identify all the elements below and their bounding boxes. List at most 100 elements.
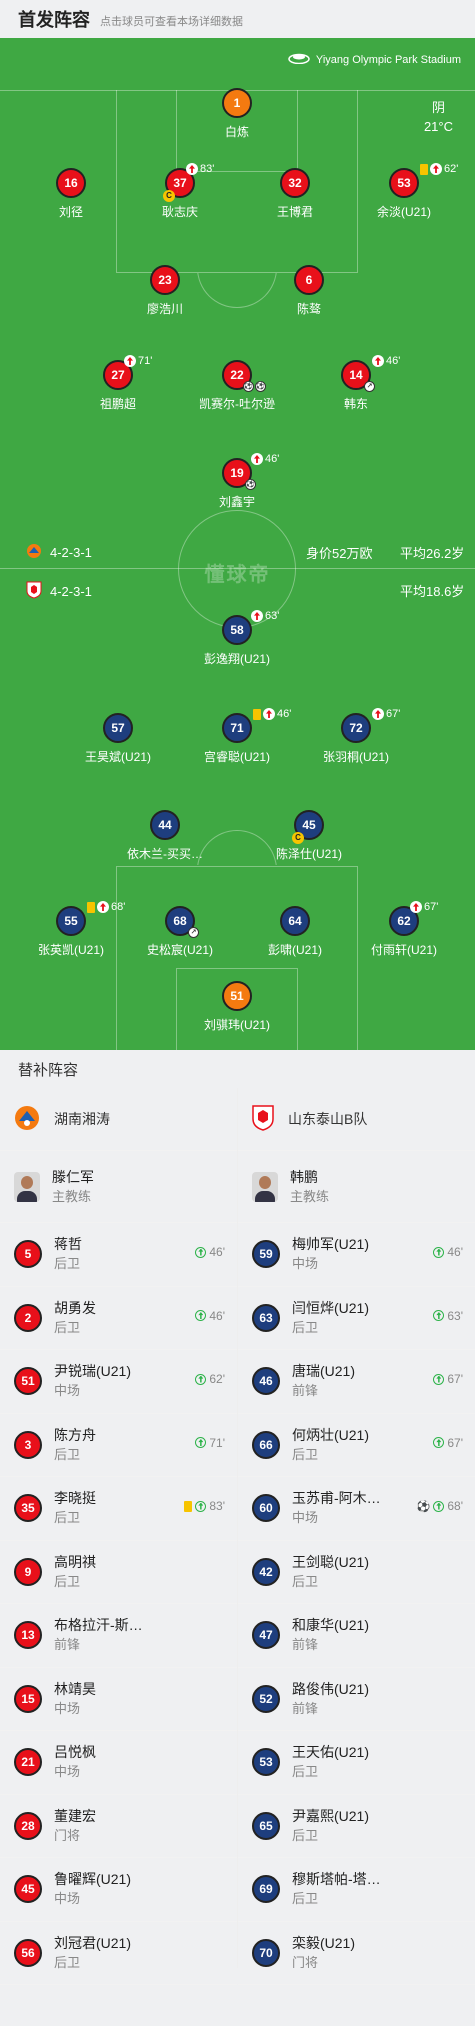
sub-time: 67' [386,708,401,720]
player-name: 廖浩川 [146,302,183,316]
player-number: 1 [222,88,252,118]
away-player[interactable]: 57 王昊斌(U21) [58,713,178,765]
home-player[interactable]: 37 C 83' 耿志庆 [120,163,240,220]
away-player[interactable]: 71 46' 宫睿聪(U21) [177,708,297,765]
away-bench-player[interactable]: 59 梅帅军(U21) 中场 46' [238,1223,475,1287]
away-bench-player[interactable]: 47 和康华(U21) 前锋 [238,1604,475,1668]
away-bench-player[interactable]: 42 王剑聪(U21) 后卫 [238,1541,475,1604]
player-name: 耿志庆 [161,205,198,219]
player-number: 44 [150,810,180,840]
yellow-card-icon [184,1500,193,1512]
away-player[interactable]: 62 67' 付雨轩(U21) [344,901,464,958]
goal-ball-icon: ⚽ [245,479,256,490]
sub-out-icon [124,355,136,367]
sub-info: 46' [433,1245,463,1259]
home-team-row[interactable]: 湖南湘涛 [0,1088,237,1151]
sub-info: 63' [433,1309,463,1323]
player-name: 李晓挺 [54,1490,96,1507]
away-player[interactable]: 51 刘骐玮(U21) [177,981,297,1033]
home-player[interactable]: 32 王博君 [235,168,355,220]
home-player[interactable]: 19 ⚽ 46' 刘鑫宇 [177,453,297,510]
home-bench-player[interactable]: 35 李晓挺 后卫 83' [0,1477,237,1541]
home-bench-player[interactable]: 28 董建宏 门将 [0,1795,237,1858]
away-bench-player[interactable]: 60 玉苏甫-阿木… 中场 ⚽ 68' [238,1477,475,1541]
player-number: 47 [252,1621,280,1650]
away-player[interactable]: 64 彭啸(U21) [235,906,355,958]
away-coach[interactable]: 韩鹏 主教练 [238,1151,475,1223]
player-position: 后卫 [292,1891,319,1907]
home-formation: 4-2-3-1 [50,545,92,560]
player-name: 依木兰-买买… [127,847,203,861]
player-number: 19 [230,466,244,480]
away-bench-player[interactable]: 70 栾毅(U21) 门将 [238,1922,475,1985]
home-bench-player[interactable]: 45 鲁曜辉(U21) 中场 [0,1858,237,1922]
home-bench-player[interactable]: 3 陈方舟 后卫 71' [0,1414,237,1477]
home-bench-player[interactable]: 56 刘冠君(U21) 后卫 [0,1922,237,1985]
player-position: 后卫 [292,1446,319,1462]
home-player[interactable]: 14 ↗ 46' 韩东 [296,355,416,412]
home-bench-player[interactable]: 51 尹锐瑞(U21) 中场 62' [0,1350,237,1414]
sub-in-time: 46' [447,1245,463,1259]
home-bench-player[interactable]: 21 吕悦枫 中场 [0,1731,237,1795]
player-events: 62' [420,163,458,175]
player-number: 35 [14,1494,42,1523]
player-number: 63 [252,1303,280,1332]
away-bench-player[interactable]: 46 唐瑞(U21) 前锋 67' [238,1350,475,1414]
home-bench-player[interactable]: 13 布格拉汗-斯… 前锋 [0,1604,237,1668]
player-events: 83' [186,163,214,175]
avatar [14,1171,40,1202]
away-bench-player[interactable]: 66 何炳壮(U21) 后卫 67' [238,1414,475,1477]
player-name: 祖鹏超 [99,397,136,411]
away-bench-player[interactable]: 52 路俊伟(U21) 前锋 [238,1668,475,1731]
player-position: 前锋 [292,1637,319,1653]
home-player[interactable]: 53 62' 余淡(U21) [344,163,464,220]
home-player[interactable]: 27 71' 祖鹏超 [58,355,178,412]
home-player[interactable]: 6 陈骜 [249,265,369,317]
player-name: 何炳壮(U21) [292,1426,370,1443]
player-number: 60 [252,1494,280,1523]
sub-in-small-icon: ↗ [188,927,199,938]
player-number: 68 [173,914,187,928]
away-player[interactable]: 72 67' 张羽桐(U21) [296,708,416,765]
sub-time: 46' [265,453,280,465]
player-position: 中场 [54,1700,81,1716]
away-player[interactable]: 68 ↗ 史松宸(U21) [120,906,240,958]
player-name: 彭逸翔(U21) [203,652,270,666]
away-player[interactable]: 44 依木兰-买买… [105,810,225,862]
away-player[interactable]: 45 C 陈泽仕(U21) [249,810,369,862]
player-number: 53 [389,168,419,198]
player-name: 王博君 [276,205,313,219]
home-player[interactable]: 22 ⚽ ⚽ 凯赛尔-吐尔逊 [177,360,297,412]
away-player[interactable]: 55 68' 张英凯(U21) [11,901,131,958]
home-player[interactable]: 23 廖浩川 [105,265,225,317]
away-bench-player[interactable]: 53 王天佑(U21) 后卫 [238,1731,475,1795]
player-name: 余淡(U21) [376,205,431,219]
page-title: 首发阵容 [18,10,90,30]
captain-icon: C [163,190,175,202]
player-number: 13 [14,1621,42,1650]
player-name: 张羽桐(U21) [322,750,389,764]
away-bench-player[interactable]: 69 穆斯塔帕-塔… 后卫 [238,1858,475,1922]
player-events: 67' [372,708,400,720]
home-bench-player[interactable]: 5 蒋哲 后卫 46' [0,1223,237,1287]
away-bench-player[interactable]: 65 尹嘉熙(U21) 后卫 [238,1795,475,1858]
player-number: 66 [252,1430,280,1459]
home-coach[interactable]: 滕仁军 主教练 [0,1151,237,1223]
player-name: 付雨轩(U21) [370,943,437,957]
player-number: 56 [14,1938,42,1967]
away-team-row[interactable]: 山东泰山B队 [238,1088,475,1151]
home-player[interactable]: 1 白炼 [177,88,297,140]
away-player[interactable]: 58 63' 彭逸翔(U21) [177,610,297,667]
player-name: 王天佑(U21) [292,1744,370,1761]
player-position: 前锋 [292,1383,319,1399]
home-bench-player[interactable]: 15 林靖昊 中场 [0,1668,237,1731]
player-name: 刘鑫宇 [218,495,255,509]
home-bench-player[interactable]: 9 高明祺 后卫 [0,1541,237,1604]
away-bench-player[interactable]: 63 闫恒烨(U21) 后卫 63' [238,1287,475,1350]
home-bench-player[interactable]: 2 胡勇发 后卫 46' [0,1287,237,1350]
player-name: 尹锐瑞(U21) [54,1363,132,1380]
sub-in-icon [195,1246,207,1258]
yellow-card-icon [420,163,428,175]
home-player[interactable]: 16 刘径 [11,168,131,220]
player-name: 布格拉汗-斯… [54,1617,143,1634]
